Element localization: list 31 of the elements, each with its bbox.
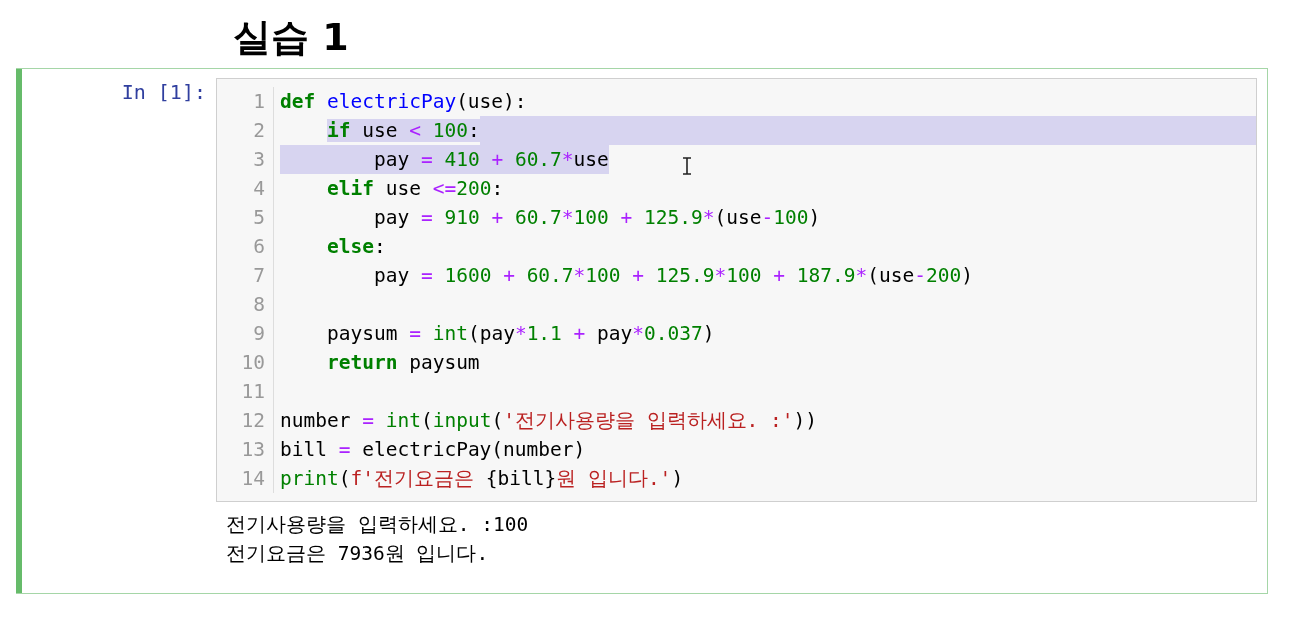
code-line: print(f'전기요금은 {bill}원 입니다.') (280, 466, 684, 492)
code-line: return paysum (325, 350, 480, 376)
code-line: pay = 910 + 60.7*100 + 125.9*(use-100) (372, 205, 821, 231)
line-number: 1 (252, 89, 265, 115)
line-number: 14 (240, 466, 265, 492)
line-number: 5 (252, 205, 265, 231)
line-number: 6 (252, 234, 265, 260)
line-number: 7 (252, 263, 265, 289)
code-line: bill = electricPay(number) (280, 437, 586, 463)
cell-prompt: In [1]: (121, 79, 206, 106)
code-line: def electricPay(use): (280, 89, 527, 115)
line-number: 2 (252, 118, 265, 144)
line-number: 4 (252, 176, 265, 202)
code-line: paysum = int(pay*1.1 + pay*0.037) (325, 321, 715, 347)
line-number: 13 (240, 437, 265, 463)
code-cell[interactable] (16, 68, 1268, 594)
line-number: 10 (240, 350, 265, 376)
line-number: 3 (252, 147, 265, 173)
code-line: else: (325, 234, 386, 260)
code-editor[interactable] (216, 78, 1257, 502)
code-line: pay = 1600 + 60.7*100 + 125.9*100 + 187.9*(use-200) (372, 263, 973, 289)
line-number: 8 (252, 292, 265, 318)
code-line: number = int(input('전기사용량을 입력하세요. :')) (280, 408, 818, 434)
line-number: 12 (240, 408, 265, 434)
output-line: 전기요금은 7936원 입니다. (226, 541, 490, 567)
output-line: 전기사용량을 입력하세요. :100 (226, 512, 530, 538)
line-number: 11 (240, 379, 265, 405)
code-line: elif use <=200: (325, 176, 504, 202)
text-cursor-icon (682, 157, 692, 175)
notebook-heading: 실습 1 (232, 14, 350, 61)
line-number: 9 (252, 321, 265, 347)
